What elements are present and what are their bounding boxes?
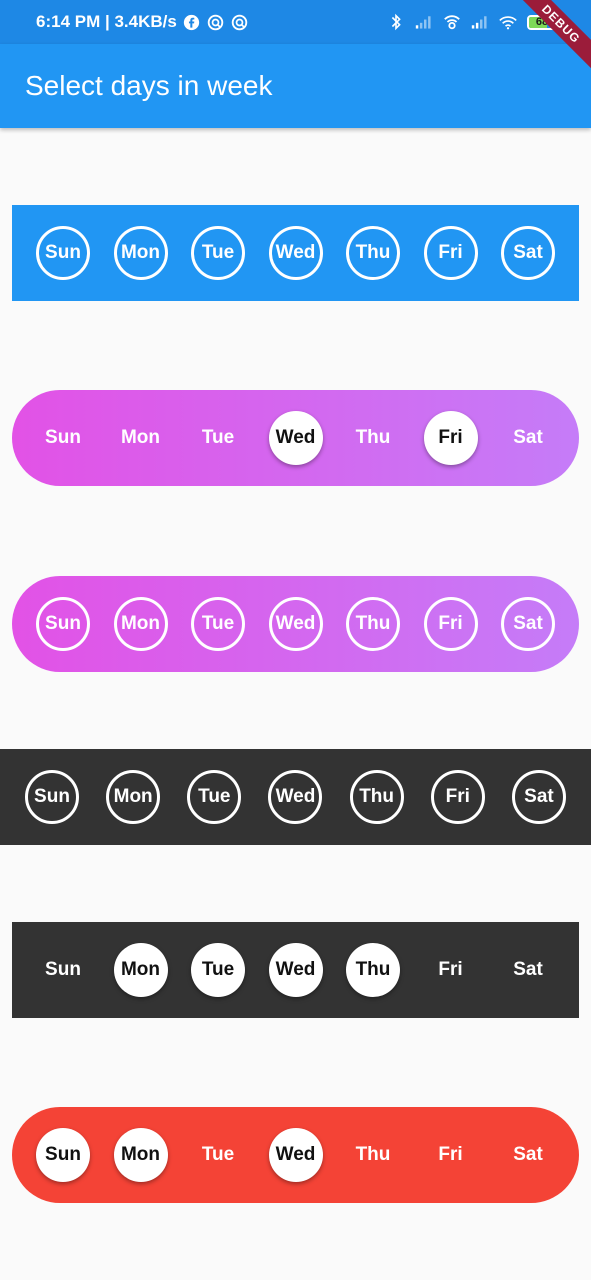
day-toggle-fri[interactable]: Fri — [423, 411, 478, 465]
day-toggle-wed[interactable]: Wed — [268, 226, 323, 280]
day-toggle-thu[interactable]: Thu — [346, 943, 400, 997]
facebook-icon — [183, 13, 201, 31]
day-toggle-tue[interactable]: Tue — [191, 943, 245, 997]
day-toggle-thu[interactable]: Thu — [349, 770, 404, 824]
day-toggle-sat[interactable]: Sat — [501, 226, 555, 280]
status-left: 6:14 PM | 3.4KB/s — [36, 12, 249, 32]
day-toggle-fri[interactable]: Fri — [424, 943, 478, 997]
day-toggle-sat[interactable]: Sat — [511, 770, 566, 824]
day-toggle-fri[interactable]: Fri — [430, 770, 485, 824]
day-toggle-sun[interactable]: Sun — [25, 770, 79, 824]
signal-icon — [471, 13, 489, 31]
day-toggle-sun[interactable]: Sun — [36, 943, 90, 997]
day-selector-row-5: Sun Mon Tue Wed Thu Fri Sat — [12, 922, 579, 1018]
day-toggle-tue[interactable]: Tue — [187, 770, 242, 824]
day-toggle-thu[interactable]: Thu — [346, 1128, 400, 1182]
status-right: 68 — [387, 13, 561, 31]
day-toggle-wed[interactable]: Wed — [268, 1128, 323, 1182]
app-bar: Select days in week — [0, 44, 591, 128]
day-toggle-thu[interactable]: Thu — [346, 411, 400, 465]
day-selector-row-6: Sun Mon Tue Wed Thu Fri Sat — [12, 1107, 579, 1203]
day-toggle-tue[interactable]: Tue — [191, 226, 245, 280]
day-toggle-sun[interactable]: Sun — [36, 597, 90, 651]
day-toggle-mon[interactable]: Mon — [113, 226, 168, 280]
wifi-icon — [499, 13, 517, 31]
signal-icon — [415, 13, 433, 31]
bluetooth-icon — [387, 13, 405, 31]
status-bar: 6:14 PM | 3.4KB/s 68 — [0, 0, 591, 44]
page-title: Select days in week — [25, 70, 273, 101]
vpn-icon — [207, 13, 225, 31]
day-selector-row-2: Sun Mon Tue Wed Thu Fri Sat — [12, 390, 579, 486]
day-toggle-mon[interactable]: Mon — [113, 597, 168, 651]
vpn-icon — [231, 13, 249, 31]
day-toggle-thu[interactable]: Thu — [346, 226, 400, 280]
status-time: 6:14 PM | 3.4KB/s — [36, 12, 177, 31]
day-toggle-tue[interactable]: Tue — [191, 1128, 245, 1182]
day-toggle-sun[interactable]: Sun — [36, 226, 90, 280]
day-selector-row-1: Sun Mon Tue Wed Thu Fri Sat — [12, 205, 579, 301]
day-toggle-fri[interactable]: Fri — [424, 1128, 478, 1182]
day-toggle-sat[interactable]: Sat — [501, 1128, 555, 1182]
day-toggle-mon[interactable]: Mon — [113, 1128, 168, 1182]
day-toggle-sat[interactable]: Sat — [501, 597, 555, 651]
day-toggle-sat[interactable]: Sat — [501, 943, 555, 997]
day-toggle-mon[interactable]: Mon — [114, 411, 168, 465]
day-toggle-wed[interactable]: Wed — [268, 597, 323, 651]
day-toggle-tue[interactable]: Tue — [191, 411, 245, 465]
day-toggle-mon[interactable]: Mon — [113, 943, 168, 997]
day-toggle-sat[interactable]: Sat — [501, 411, 555, 465]
day-toggle-sun[interactable]: Sun — [36, 411, 90, 465]
day-selector-row-3: Sun Mon Tue Wed Thu Fri Sat — [12, 576, 579, 672]
day-toggle-fri[interactable]: Fri — [423, 226, 478, 280]
day-toggle-wed[interactable]: Wed — [268, 411, 323, 465]
day-selector-row-4: Sun Mon Tue Wed Thu Fri Sat — [0, 749, 591, 845]
day-toggle-wed[interactable]: Wed — [268, 770, 323, 824]
day-toggle-wed[interactable]: Wed — [268, 943, 323, 997]
day-toggle-mon[interactable]: Mon — [106, 770, 161, 824]
day-toggle-thu[interactable]: Thu — [346, 597, 400, 651]
day-toggle-sun[interactable]: Sun — [36, 1128, 90, 1182]
day-toggle-fri[interactable]: Fri — [423, 597, 478, 651]
day-toggle-tue[interactable]: Tue — [191, 597, 245, 651]
wifi-calling-icon — [443, 13, 461, 31]
